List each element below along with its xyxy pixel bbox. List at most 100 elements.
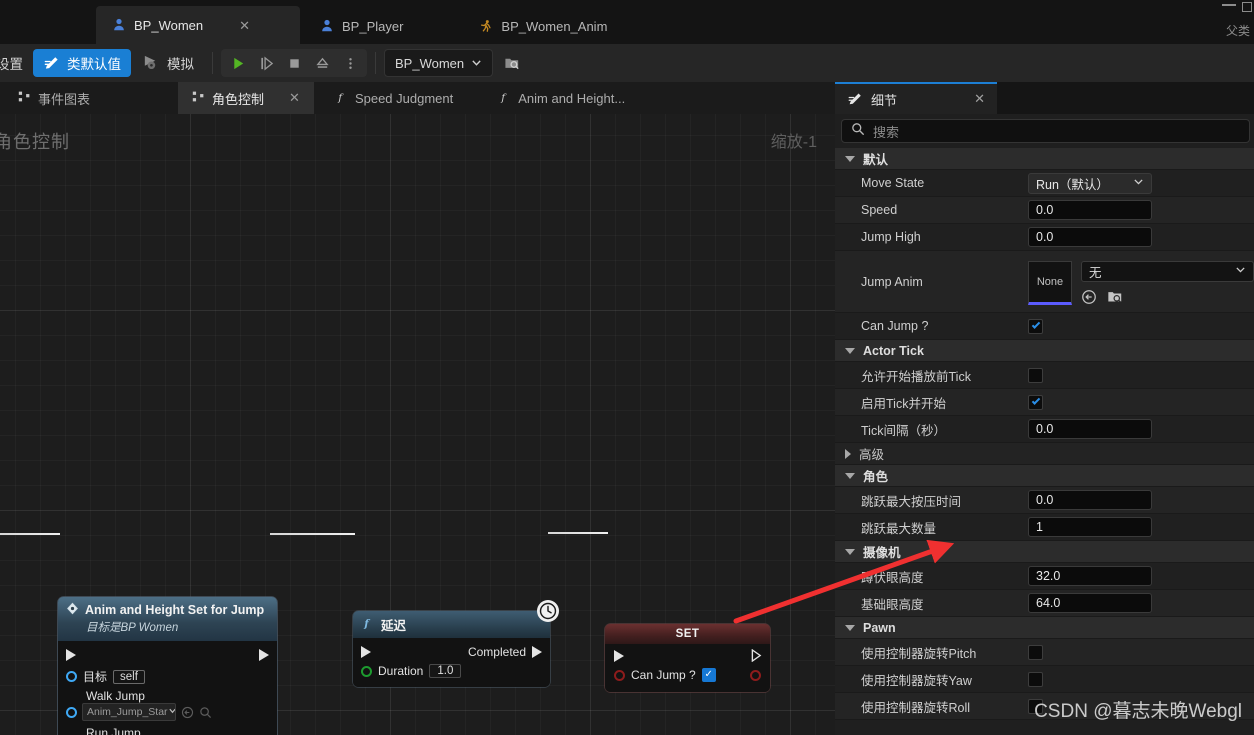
duration-input[interactable]: 1.0: [429, 664, 462, 678]
node-set-can-jump[interactable]: SET Can Jump ? ✓: [605, 624, 770, 692]
bool-out-pin[interactable]: [750, 669, 761, 681]
node-subtitle: 目标是BP Women: [86, 622, 179, 634]
exec-wire-in-left: [0, 533, 60, 535]
more-options-button[interactable]: [337, 51, 363, 75]
document-tab-bp-women[interactable]: BP_Women ✕: [96, 6, 300, 44]
node-exec-row: [605, 644, 770, 664]
section-header-default[interactable]: 默认: [835, 148, 1254, 170]
jump-anim-thumbnail[interactable]: None: [1028, 260, 1072, 305]
walk-jump-asset-combo[interactable]: Anim_Jump_Star: [82, 703, 176, 721]
tab-details[interactable]: 细节 ✕: [835, 82, 997, 114]
browse-asset-icon[interactable]: [199, 706, 212, 719]
float-pin[interactable]: [361, 665, 372, 677]
speed-input[interactable]: 0.0: [1028, 200, 1152, 220]
class-defaults-button[interactable]: 类默认值: [33, 49, 131, 77]
document-tab-bp-women-anim[interactable]: BP_Women_Anim: [463, 8, 619, 44]
start-with-tick-enabled-checkbox[interactable]: [1028, 394, 1043, 410]
property-row-start-with-tick-enabled: 启用Tick并开始: [835, 389, 1254, 416]
chevron-right-icon: [845, 448, 851, 459]
graph-tab-character-control[interactable]: 角色控制 ✕: [178, 82, 314, 114]
use-controller-rotation-pitch-checkbox[interactable]: [1028, 644, 1043, 660]
can-jump-checkbox[interactable]: [1028, 318, 1043, 334]
details-tab-label: 细节: [871, 92, 898, 108]
use-controller-rotation-roll-checkbox[interactable]: [1028, 698, 1043, 714]
can-jump-checkbox[interactable]: ✓: [701, 668, 716, 682]
chevron-down-icon: [845, 472, 855, 479]
details-pencil-icon: [847, 90, 863, 109]
use-controller-rotation-yaw-checkbox[interactable]: [1028, 671, 1043, 687]
graph-tab-event-graph[interactable]: 事件图表: [0, 82, 104, 114]
property-label: Jump High: [861, 230, 921, 244]
play-button[interactable]: [225, 51, 251, 75]
document-tab-label: BP_Women: [134, 17, 204, 33]
node-delay[interactable]: f 延迟 Completed Duration 1.0: [353, 600, 559, 687]
exec-in-pin[interactable]: [361, 646, 371, 658]
search-input[interactable]: 搜索: [841, 119, 1250, 143]
jump-high-input[interactable]: 0.0: [1028, 227, 1152, 247]
completed-exec-out-pin[interactable]: [532, 646, 542, 658]
property-row-use-controller-rotation-yaw: 使用控制器旋转Yaw: [835, 666, 1254, 693]
browse-content-button[interactable]: [499, 50, 525, 76]
jump-anim-combo[interactable]: 无: [1081, 260, 1254, 282]
blueprint-selector-value: BP_Women: [395, 55, 465, 71]
tick-before-begin-play-checkbox[interactable]: [1028, 367, 1043, 383]
simulate-icon: [141, 53, 160, 73]
exec-in-pin[interactable]: [614, 650, 624, 662]
step-button[interactable]: [253, 51, 279, 75]
section-header-character[interactable]: 角色: [835, 465, 1254, 487]
graph-icon: [192, 90, 205, 106]
exec-out-pin[interactable]: [259, 649, 269, 661]
parent-class-label: 父类: [1225, 24, 1250, 38]
property-row-use-controller-rotation-roll: 使用控制器旋转Roll: [835, 693, 1254, 720]
graph-tab-label: Speed Judgment: [354, 90, 454, 106]
blueprint-selector-combo[interactable]: BP_Women: [384, 49, 494, 77]
object-pin[interactable]: [66, 706, 77, 718]
section-header-actor-tick[interactable]: Actor Tick: [835, 340, 1254, 362]
property-row-jump-anim: Jump Anim None 无: [835, 251, 1254, 313]
bool-in-pin[interactable]: [614, 669, 625, 681]
close-icon[interactable]: ✕: [974, 91, 985, 107]
graph-tab-anim-and-height[interactable]: f Anim and Height...: [485, 82, 639, 114]
property-label: Move State: [861, 176, 925, 190]
svg-text:f: f: [337, 91, 344, 103]
property-label: 使用控制器旋转Roll: [861, 700, 971, 715]
crouched-eye-height-input[interactable]: 32.0: [1028, 566, 1152, 586]
settings-button[interactable]: 设置: [0, 49, 33, 77]
minimize-button[interactable]: [1222, 4, 1236, 6]
chevron-down-icon: [845, 155, 855, 162]
graph-tab-speed-judgment[interactable]: f Speed Judgment: [322, 82, 467, 114]
node-title: SET: [675, 628, 700, 640]
search-placeholder: 搜索: [873, 124, 900, 140]
stop-button[interactable]: [281, 51, 307, 75]
property-row-base-eye-height: 基础眼高度 64.0: [835, 590, 1254, 617]
node-anim-and-height-set-for-jump[interactable]: Anim and Height Set for Jump 目标是BP Women…: [58, 597, 277, 735]
close-icon[interactable]: ✕: [289, 90, 300, 106]
property-row-jump-max-hold-time: 跳跃最大按压时间 0.0: [835, 487, 1254, 514]
window-close-button[interactable]: [1242, 2, 1252, 12]
use-selected-asset-icon[interactable]: [1081, 289, 1097, 310]
tick-interval-input[interactable]: 0.0: [1028, 419, 1152, 439]
blueprint-graph-canvas[interactable]: 角色控制 缩放-1 Anim and Height Set for Jump 目…: [0, 114, 835, 735]
eject-button[interactable]: [309, 51, 335, 75]
property-label: 基础眼高度: [861, 597, 924, 612]
chevron-down-icon: [845, 624, 855, 631]
object-pin[interactable]: [66, 671, 77, 682]
jump-max-hold-time-input[interactable]: 0.0: [1028, 490, 1152, 510]
graph-icon: [18, 90, 31, 106]
move-state-combo[interactable]: Run（默认）: [1028, 172, 1152, 194]
section-header-advanced[interactable]: 高级: [835, 443, 1254, 465]
document-tab-bp-player[interactable]: BP_Player: [304, 8, 415, 44]
jump-anim-picker: 无: [1081, 260, 1254, 310]
section-header-pawn[interactable]: Pawn: [835, 617, 1254, 639]
target-pin-label: 目标: [83, 670, 108, 684]
simulate-button[interactable]: 模拟: [131, 49, 204, 77]
section-header-camera[interactable]: 摄像机: [835, 541, 1254, 563]
exec-in-pin[interactable]: [66, 649, 76, 661]
jump-max-count-input[interactable]: 1: [1028, 517, 1152, 537]
walk-jump-asset-value: Anim_Jump_Star: [87, 706, 168, 718]
close-icon[interactable]: ✕: [239, 19, 250, 32]
target-self-value: self: [113, 669, 145, 684]
use-selected-asset-icon[interactable]: [181, 706, 194, 719]
base-eye-height-input[interactable]: 64.0: [1028, 593, 1152, 613]
browse-asset-icon[interactable]: [1107, 289, 1123, 310]
